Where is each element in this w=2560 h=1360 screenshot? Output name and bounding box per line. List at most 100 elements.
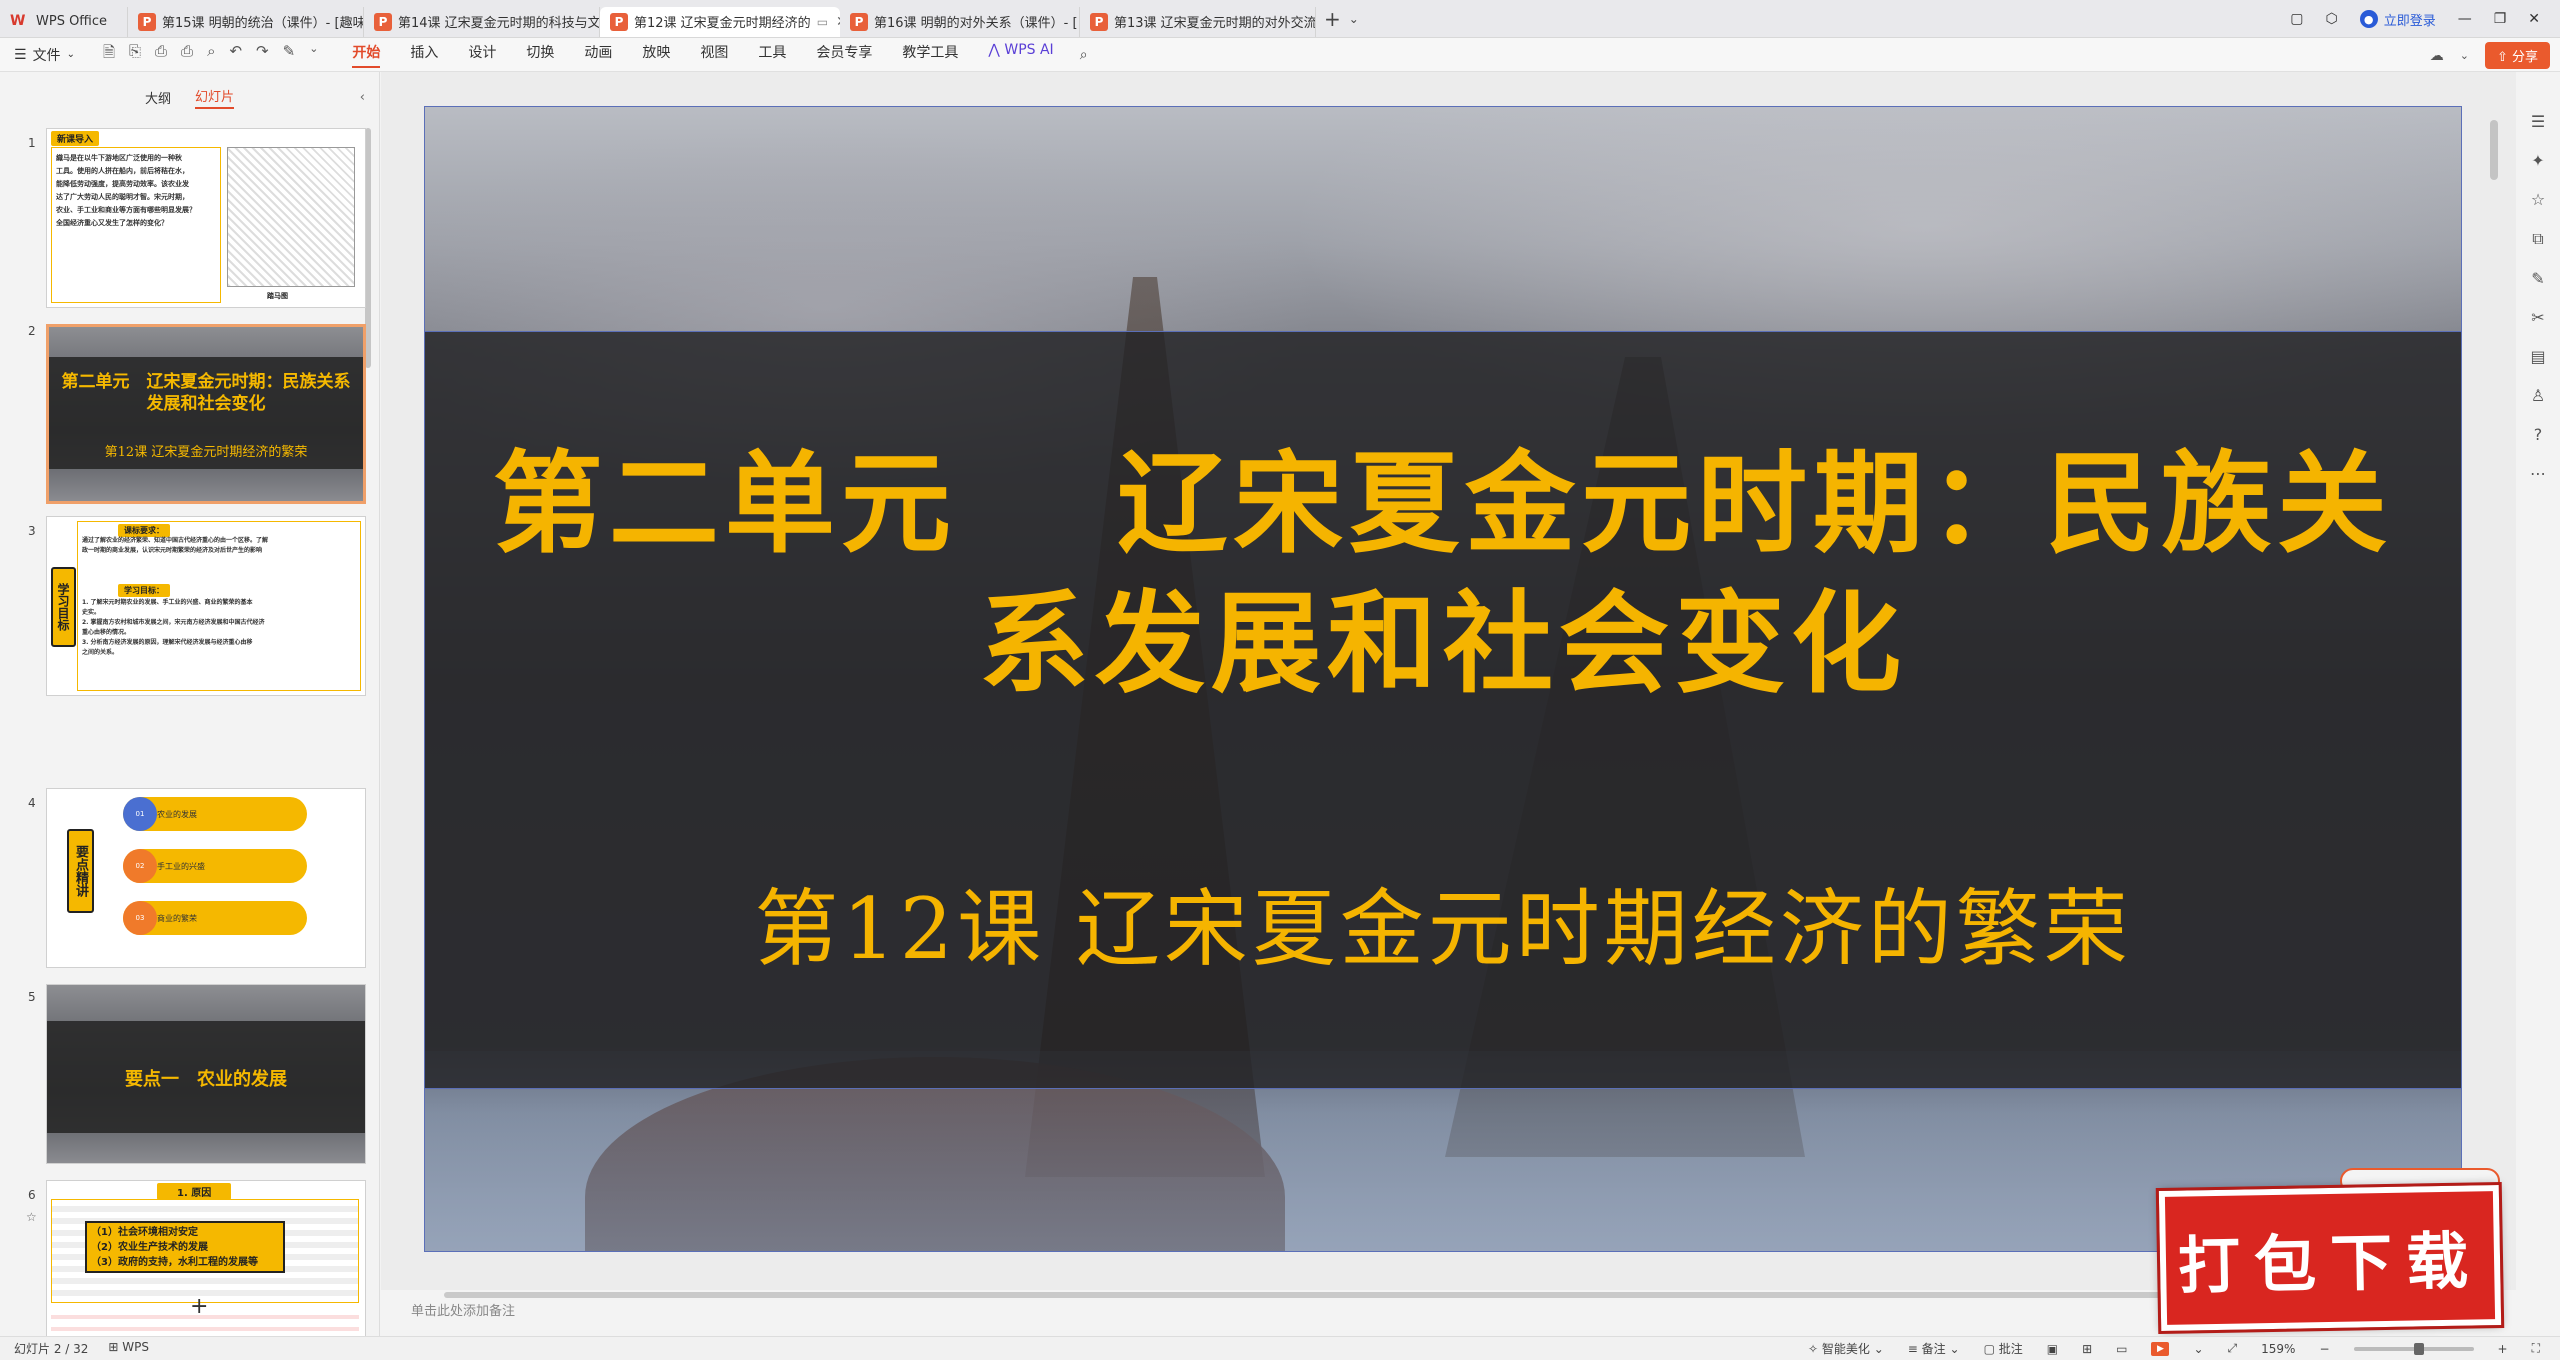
slide-number: 4: [28, 796, 36, 810]
tablet-icon[interactable]: ▢: [2290, 11, 2303, 27]
chevron-down-icon[interactable]: ⌄: [2193, 1342, 2203, 1356]
normal-view-icon[interactable]: ▣: [2047, 1342, 2058, 1356]
slide-number: 6: [28, 1188, 36, 1202]
tools-icon[interactable]: ✂: [2531, 308, 2544, 327]
thumb-pill: 01 农业的发展: [123, 797, 307, 831]
hamburger-icon: ☰: [14, 46, 27, 63]
share-button[interactable]: ⇧ 分享: [2484, 42, 2550, 69]
tab-bar: W WPS Office P 第15课 明朝的统治（课件）- [趣味 P 第14…: [0, 0, 2560, 38]
fullscreen-icon[interactable]: ⛶: [2532, 1341, 2540, 1356]
tab-document[interactable]: P 第16课 明朝的对外关系（课件）- [: [840, 6, 1080, 37]
minimize-icon[interactable]: —: [2458, 11, 2472, 27]
ribbon-tab-transition[interactable]: 切换: [526, 42, 554, 68]
chevron-down-icon[interactable]: ⌄: [2460, 49, 2469, 62]
slide-subtitle[interactable]: 第12课 辽宋夏金元时期经济的繁荣: [425, 862, 2461, 983]
tab-document[interactable]: P 第13课 辽宋夏金元时期的对外交流: [1080, 6, 1316, 37]
slide-thumbnail-6[interactable]: 1. 原因 （1）社会环境相对安定 （2）农业生产技术的发展 （3）政府的支持，…: [46, 1180, 366, 1360]
add-slide-icon[interactable]: +: [190, 1294, 208, 1319]
ribbon-tab-slideshow[interactable]: 放映: [642, 42, 670, 68]
copy-icon[interactable]: ⧉: [2532, 229, 2543, 249]
ppt-file-icon: P: [1090, 12, 1108, 31]
brush-icon[interactable]: ✎: [2531, 269, 2544, 288]
tab-document-active[interactable]: P 第12课 辽宋夏金元时期经济的 ▭ ✕: [600, 6, 840, 37]
slide-thumbnail-panel: 大纲 幻灯片 ‹ 1 新课导入 織马是在以牛下游地区广泛使用的一种秋 工具。使用…: [0, 72, 380, 1360]
slide-title[interactable]: 第二单元 辽宋夏金元时期：民族关系发展和社会变化: [465, 434, 2421, 714]
cube-icon[interactable]: ⬡: [2325, 11, 2337, 27]
tab-document[interactable]: P 第15课 明朝的统治（课件）- [趣味: [128, 6, 364, 37]
shirt-icon[interactable]: ♙: [2531, 386, 2545, 405]
scroll-thumb[interactable]: [444, 1292, 2244, 1298]
ribbon-tab-home[interactable]: 开始: [352, 42, 381, 68]
save-icon[interactable]: 🗎: [103, 42, 115, 67]
ppt-file-icon: P: [610, 12, 628, 31]
undo-icon[interactable]: ↶: [229, 42, 242, 67]
more-icon[interactable]: ⋯: [2530, 464, 2546, 483]
thumb-text: 織马是在以牛下游地区广泛使用的一种秋 工具。使用的人拼在船内，前后将秸在水， 能…: [56, 154, 196, 227]
ppt-file-icon: P: [850, 12, 868, 31]
vertical-scrollbar[interactable]: [2490, 120, 2498, 180]
slide-thumbnail-2[interactable]: 第二单元 辽宋夏金元时期：民族关系发展和社会变化 第12课 辽宋夏金元时期经济的…: [46, 324, 366, 504]
notes-toggle-button[interactable]: ≡ 备注 ⌄: [1908, 1340, 1960, 1357]
download-stamp-watermark[interactable]: 打包下载: [2155, 1181, 2505, 1335]
fit-window-icon[interactable]: ⤢: [2228, 1341, 2238, 1356]
smart-beautify-button[interactable]: ✧ 智能美化 ⌄: [1808, 1340, 1884, 1357]
thumb-vertical-tag: 要点精讲: [67, 829, 94, 913]
comments-button[interactable]: ▢ 批注: [1984, 1340, 2023, 1357]
redo-icon[interactable]: ↷: [256, 42, 269, 67]
zoom-slider[interactable]: [2353, 1342, 2474, 1355]
reading-view-icon[interactable]: ▭: [2116, 1342, 2127, 1356]
book-icon[interactable]: ▤: [2530, 347, 2545, 366]
restore-icon[interactable]: ❐: [2494, 11, 2507, 27]
slide-thumbnail-5[interactable]: 要点一 农业的发展: [46, 984, 366, 1164]
login-button[interactable]: ● 立即登录: [2359, 10, 2436, 29]
grid-view-icon[interactable]: ⊞: [2082, 1342, 2092, 1356]
new-tab-icon[interactable]: +: [1316, 7, 1349, 31]
current-slide[interactable]: 第二单元 辽宋夏金元时期：民族关系发展和社会变化 第12课 辽宋夏金元时期经济的…: [424, 106, 2462, 1252]
chevron-down-icon[interactable]: ⌄: [1349, 12, 1359, 26]
tab-wps-home[interactable]: W WPS Office: [0, 6, 128, 37]
chevron-down-icon: ⌄: [66, 49, 75, 60]
slide-counter: 幻灯片 2 / 32: [14, 1342, 89, 1356]
horizontal-scrollbar[interactable]: [424, 1290, 2324, 1300]
help-icon[interactable]: ?: [2534, 425, 2543, 444]
slide-thumbnail-1[interactable]: 新课导入 織马是在以牛下游地区广泛使用的一种秋 工具。使用的人拼在船内，前后将秸…: [46, 128, 366, 308]
format-painter-icon[interactable]: ✎: [283, 42, 296, 67]
tab-slides[interactable]: 幻灯片: [195, 86, 235, 109]
wps-logo-icon: W: [10, 12, 26, 29]
ribbon-tab-view[interactable]: 视图: [700, 42, 728, 68]
ribbon-tab-tools[interactable]: 工具: [758, 42, 786, 68]
tab-outline[interactable]: 大纲: [145, 88, 171, 107]
file-menu[interactable]: ☰ 文件 ⌄: [0, 45, 75, 65]
magic-icon[interactable]: ✦: [2531, 151, 2544, 170]
preview-icon[interactable]: ⌕: [207, 42, 215, 67]
search-icon[interactable]: ⌕: [1054, 47, 1088, 63]
notes-input[interactable]: 单击此处添加备注: [381, 1300, 515, 1319]
slide-thumbnail-4[interactable]: 要点精讲 01 农业的发展 02 手工业的兴盛 03 商业的繁荣: [46, 788, 366, 968]
zoom-slider-handle[interactable]: [2413, 1342, 2424, 1355]
play-slideshow-icon[interactable]: ▶: [2151, 1341, 2170, 1356]
export-pdf-icon[interactable]: ⎙: [155, 42, 167, 67]
settings-icon[interactable]: ☰: [2531, 112, 2545, 131]
zoom-out-icon[interactable]: −: [2319, 1342, 2329, 1356]
zoom-in-icon[interactable]: +: [2498, 1342, 2508, 1356]
chevron-down-icon[interactable]: ⌄: [309, 42, 318, 67]
wps-ai-button[interactable]: ⋀ WPS AI: [988, 42, 1053, 68]
menubar-right: ☁ ⌄ ⇧ 分享: [2430, 42, 2550, 69]
star-icon[interactable]: ☆: [26, 1210, 37, 1224]
ribbon-tab-insert[interactable]: 插入: [410, 42, 438, 68]
ribbon-tab-member[interactable]: 会员专享: [816, 42, 872, 68]
ribbon-tab-teaching[interactable]: 教学工具: [902, 42, 958, 68]
open-icon[interactable]: ⎘: [129, 42, 141, 67]
close-window-icon[interactable]: ✕: [2528, 11, 2540, 27]
cloud-sync-icon[interactable]: ☁: [2430, 48, 2444, 64]
print-icon[interactable]: ⎙: [181, 42, 193, 67]
collapse-panel-icon[interactable]: ‹: [360, 90, 365, 105]
ribbon-tab-design[interactable]: 设计: [468, 42, 496, 68]
menu-bar: ☰ 文件 ⌄ 🗎 ⎘ ⎙ ⎙ ⌕ ↶ ↷ ✎ ⌄ 开始 插入 设计 切换 动画 …: [0, 38, 2560, 72]
thumb-text: 通过了解农业的经济繁荣、知道中国古代经济重心的由一个区移。了解 政一时期的商业发…: [82, 537, 269, 554]
zoom-level[interactable]: 159%: [2261, 1342, 2295, 1356]
slide-thumbnail-3[interactable]: 学习目标 课标要求： 通过了解农业的经济繁荣、知道中国古代经济重心的由一个区移。…: [46, 516, 366, 696]
star-icon[interactable]: ☆: [2531, 190, 2545, 209]
ribbon-tab-animation[interactable]: 动画: [584, 42, 612, 68]
tab-document[interactable]: P 第14课 辽宋夏金元时期的科技与文化: [364, 6, 600, 37]
